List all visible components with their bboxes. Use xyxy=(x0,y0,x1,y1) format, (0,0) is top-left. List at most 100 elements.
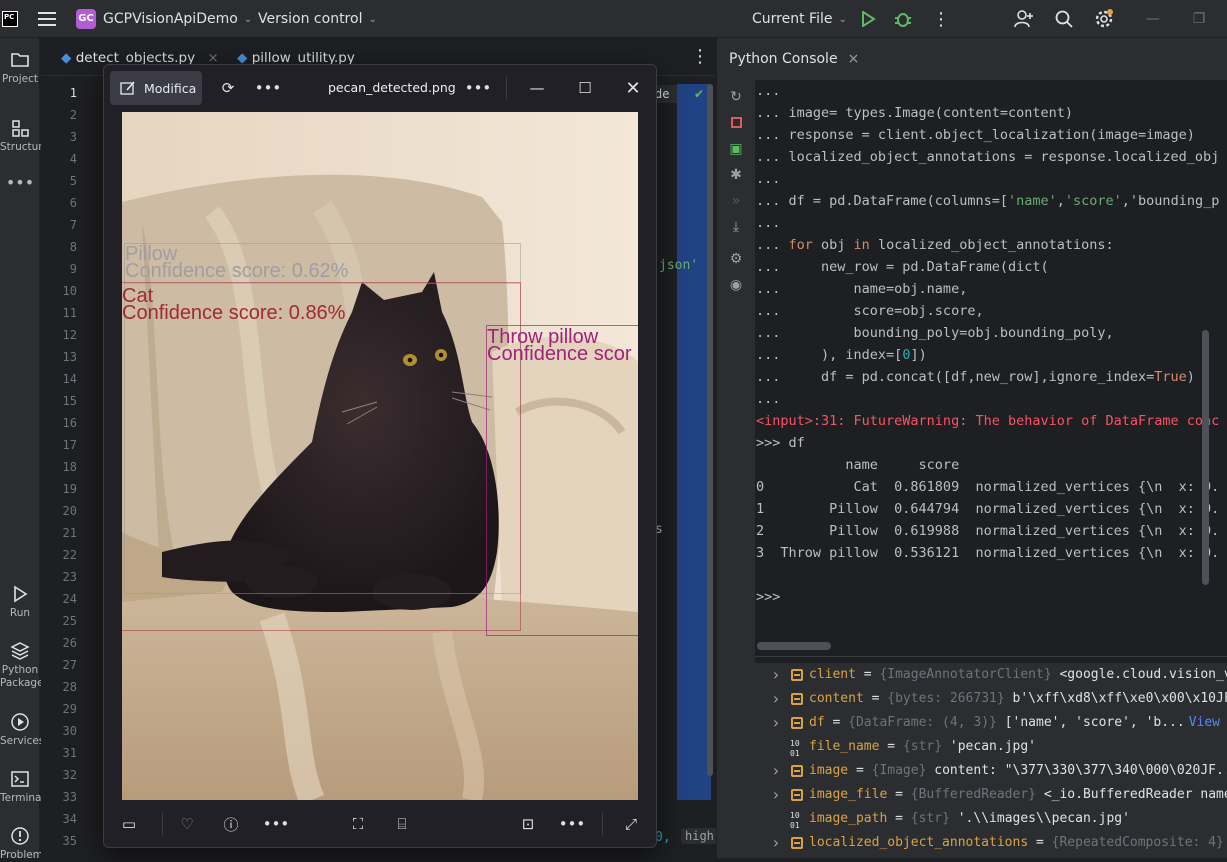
app-logo[interactable]: PC xyxy=(2,0,18,38)
show-variables-button[interactable]: ◉ xyxy=(727,276,745,294)
more-tool-windows-button[interactable]: ••• xyxy=(0,175,40,191)
line-number[interactable]: 5 xyxy=(47,170,87,192)
variable-row[interactable]: 10 01 image_path = {str} '.\\images\\pecan… xyxy=(755,807,1227,831)
variable-row[interactable]: › df = {DataFrame: (4, 3)} ['name', 'scor… xyxy=(755,711,1227,735)
line-number[interactable]: 24 xyxy=(47,588,87,610)
console-output[interactable]: ... ... image= types.Image(content=conten… xyxy=(755,80,1227,676)
detected-image[interactable]: Pillow Confidence score: 0.62% Cat Confi… xyxy=(122,112,638,800)
expand-chevron-icon[interactable]: › xyxy=(771,759,781,783)
project-selector[interactable]: GC GCPVisionApiDemo ⌄ xyxy=(76,0,252,38)
close-icon[interactable]: × xyxy=(848,51,860,67)
line-number[interactable]: 7 xyxy=(47,214,87,236)
line-number[interactable]: 13 xyxy=(47,346,87,368)
edit-image-button[interactable]: Modifica xyxy=(110,71,202,105)
line-number[interactable]: 31 xyxy=(47,742,87,764)
line-number[interactable]: 10 xyxy=(47,280,87,302)
line-number[interactable]: 22 xyxy=(47,544,87,566)
maximize-button[interactable]: ❐ xyxy=(1176,0,1222,38)
run-button[interactable] xyxy=(860,0,876,38)
version-control-menu[interactable]: Version control ⌄ xyxy=(258,0,377,38)
line-number[interactable]: 30 xyxy=(47,720,87,742)
expand-chevron-icon[interactable]: › xyxy=(771,663,781,687)
terminal-tool-button[interactable]: Terminal xyxy=(0,769,44,805)
visual-search-button[interactable]: ⛶ xyxy=(343,809,373,839)
line-number[interactable]: 15 xyxy=(47,390,87,412)
settings-button[interactable] xyxy=(1094,0,1114,38)
line-number[interactable]: 29 xyxy=(47,698,87,720)
show-history-button[interactable]: » xyxy=(727,192,745,210)
line-number[interactable]: 8 xyxy=(47,236,87,258)
filmstrip-button[interactable]: ▭ xyxy=(114,809,144,839)
line-number[interactable]: 9 xyxy=(47,258,87,280)
line-number[interactable]: 3 xyxy=(47,126,87,148)
console-tab-title[interactable]: Python Console xyxy=(729,51,838,67)
line-number[interactable]: 35 xyxy=(47,830,87,852)
stop-button[interactable] xyxy=(727,114,745,132)
project-tool-button[interactable]: Project xyxy=(0,50,40,86)
line-number[interactable]: 34 xyxy=(47,808,87,830)
editor-scrollbar[interactable] xyxy=(707,84,713,776)
line-number[interactable]: 21 xyxy=(47,522,87,544)
fit-to-window-button[interactable]: ⊡ xyxy=(513,809,543,839)
console-horizontal-scrollbar[interactable] xyxy=(755,638,1227,656)
scroll-to-end-button[interactable]: ⤓ xyxy=(727,218,745,236)
line-number[interactable]: 11 xyxy=(47,302,87,324)
scrollbar-thumb[interactable] xyxy=(757,642,831,650)
line-number[interactable]: 17 xyxy=(47,434,87,456)
variable-row[interactable]: › image_file = {BufferedReader} <_io.Buff… xyxy=(755,783,1227,807)
execute-button[interactable]: ▣ xyxy=(727,140,745,158)
more-actions-button[interactable]: ⋮ xyxy=(932,0,950,38)
python-packages-tool-button[interactable]: Python Package xyxy=(0,641,44,690)
line-number[interactable]: 27 xyxy=(47,654,87,676)
line-number[interactable]: 2 xyxy=(47,104,87,126)
run-tool-button[interactable]: Run xyxy=(0,584,40,620)
line-number[interactable]: 19 xyxy=(47,478,87,500)
code-with-me-button[interactable] xyxy=(1014,0,1034,38)
line-number[interactable]: 12 xyxy=(47,324,87,346)
line-number[interactable]: 23 xyxy=(47,566,87,588)
line-number[interactable]: 26 xyxy=(47,632,87,654)
maximize-button[interactable]: ☐ xyxy=(570,65,600,111)
expand-chevron-icon[interactable]: › xyxy=(771,687,781,711)
close-button[interactable]: ✕ xyxy=(618,65,648,111)
variable-view-link[interactable]: View as DataFrame xyxy=(1189,715,1227,730)
full-screen-button[interactable]: ⤢ xyxy=(616,809,646,839)
console-vertical-scrollbar[interactable] xyxy=(1202,330,1209,585)
rotate-button[interactable]: ⟳ xyxy=(214,65,242,111)
expand-chevron-icon[interactable]: › xyxy=(771,711,781,735)
line-number[interactable]: 33 xyxy=(47,786,87,808)
variable-row[interactable]: 10 01 file_name = {str} 'pecan.jpg' xyxy=(755,735,1227,759)
info-button[interactable]: ⓘ xyxy=(216,809,246,839)
favorite-button[interactable]: ♡ xyxy=(172,809,202,839)
more-options-button[interactable]: ••• xyxy=(464,65,492,111)
console-settings-button[interactable]: ⚙ xyxy=(727,250,745,268)
more-options-button[interactable]: ••• xyxy=(261,809,291,839)
line-number[interactable]: 18 xyxy=(47,456,87,478)
line-number[interactable]: 28 xyxy=(47,676,87,698)
line-number[interactable]: 1 xyxy=(47,82,87,104)
problems-tool-button[interactable]: Problem xyxy=(0,826,43,862)
expand-chevron-icon[interactable]: › xyxy=(771,783,781,807)
structure-tool-button[interactable]: Structure xyxy=(0,118,49,154)
line-number[interactable]: 6 xyxy=(47,192,87,214)
attach-debugger-button[interactable]: ✱ xyxy=(727,166,745,184)
line-number[interactable]: 32 xyxy=(47,764,87,786)
main-menu-button[interactable] xyxy=(38,0,56,38)
minimize-button[interactable]: — xyxy=(1130,0,1176,38)
variable-row[interactable]: › localized_object_annotations = {Repeate… xyxy=(755,831,1227,855)
line-number[interactable]: 16 xyxy=(47,412,87,434)
variable-row[interactable]: › content = {bytes: 266731} b'\xff\xd8\xf… xyxy=(755,687,1227,711)
expand-chevron-icon[interactable]: › xyxy=(771,831,781,855)
more-options-button[interactable]: ••• xyxy=(254,65,282,111)
copy-text-button[interactable]: ⌸ xyxy=(387,809,417,839)
variable-row[interactable]: › image = {Image} content: "\377\330\377\… xyxy=(755,759,1227,783)
variable-row[interactable]: › client = {ImageAnnotatorClient} <google… xyxy=(755,663,1227,687)
rerun-button[interactable]: ↻ xyxy=(727,88,745,106)
debug-button[interactable] xyxy=(894,0,912,38)
run-config-selector[interactable]: Current File ⌄ xyxy=(752,0,847,38)
services-tool-button[interactable]: Services xyxy=(0,712,44,748)
more-options-button[interactable]: ••• xyxy=(557,809,587,839)
line-number[interactable]: 4 xyxy=(47,148,87,170)
line-number[interactable]: 20 xyxy=(47,500,87,522)
editor-tab-options-button[interactable]: ⋮ xyxy=(691,46,709,67)
